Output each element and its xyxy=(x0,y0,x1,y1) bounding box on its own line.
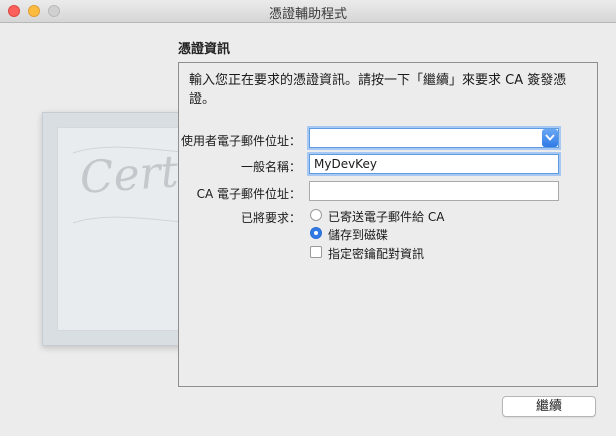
email-ca-radio[interactable] xyxy=(310,209,322,221)
window-title: 憑證輔助程式 xyxy=(268,7,347,22)
save-to-disk-radio[interactable] xyxy=(310,227,322,239)
common-name-label: 一般名稱： xyxy=(240,160,301,174)
email-ca-option-label[interactable]: 已寄送電子郵件給 CA xyxy=(328,208,444,225)
certificate-info-panel: 輸入您正在要求的憑證資訊。請按一下「繼續」來要求 CA 簽發憑證。 使用者電子郵… xyxy=(178,62,598,387)
window-titlebar: 憑證輔助程式 xyxy=(0,0,616,23)
ca-email-input[interactable] xyxy=(309,181,559,201)
save-to-disk-option-label[interactable]: 儲存到磁碟 xyxy=(328,226,388,243)
key-pair-checkbox[interactable] xyxy=(310,246,322,258)
user-email-combobox[interactable] xyxy=(309,128,559,148)
chevron-down-icon xyxy=(545,134,555,141)
key-pair-option-label[interactable]: 指定密鑰配對資訊 xyxy=(328,245,424,262)
intro-text: 輸入您正在要求的憑證資訊。請按一下「繼續」來要求 CA 簽發憑證。 xyxy=(189,73,567,107)
section-title: 憑證資訊 xyxy=(178,42,231,57)
user-email-dropdown-button[interactable] xyxy=(542,129,558,147)
common-name-input[interactable]: MyDevKey xyxy=(309,154,559,174)
continue-button[interactable]: 繼續 xyxy=(502,396,596,417)
request-label: 已將要求： xyxy=(240,211,301,225)
user-email-label: 使用者電子郵件位址： xyxy=(180,134,301,148)
ca-email-label: CA 電子郵件位址： xyxy=(196,187,301,201)
